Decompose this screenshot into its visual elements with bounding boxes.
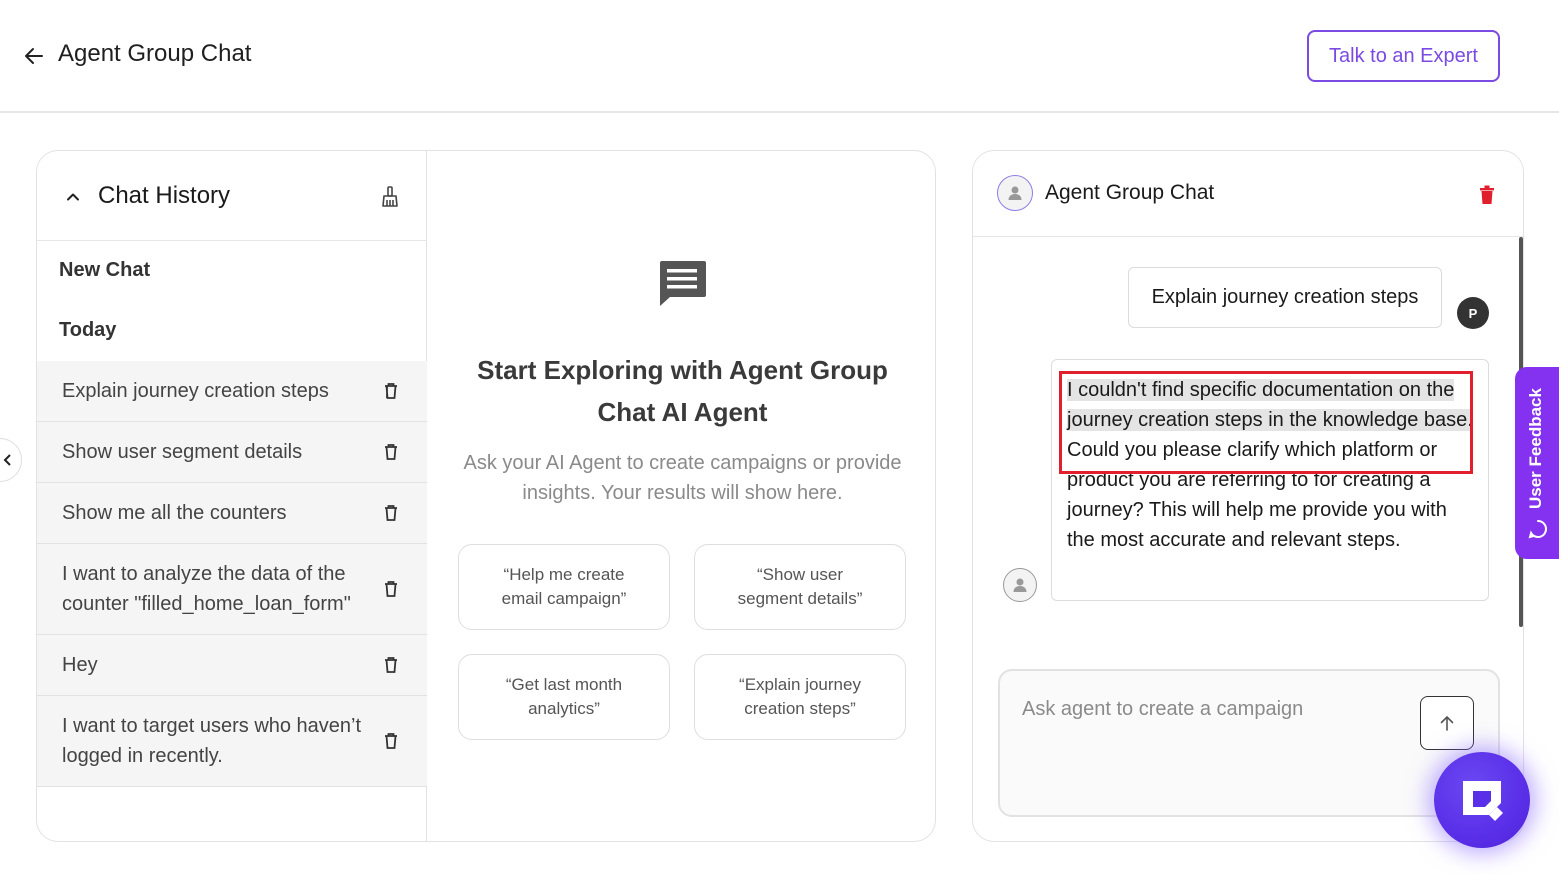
chat-header: Agent Group Chat [973, 151, 1523, 237]
suggestion-chip[interactable]: “Explain journey creation steps” [694, 654, 906, 740]
chat-history-sidebar: Chat History New Chat Today Explain jour… [37, 151, 427, 841]
send-button[interactable] [1420, 696, 1474, 750]
trash-icon[interactable] [383, 656, 399, 674]
explore-empty-state: Start Exploring with Agent Group Chat AI… [428, 151, 935, 841]
trash-icon[interactable] [383, 382, 399, 400]
explore-title: Start Exploring with Agent Group Chat AI… [477, 355, 888, 427]
chat-history-header: Chat History [37, 151, 427, 241]
brand-logo-icon [1463, 781, 1503, 821]
history-item-label: I want to analyze the data of the counte… [62, 563, 351, 615]
user-silhouette-icon [1013, 578, 1027, 592]
history-item[interactable]: I want to analyze the data of the counte… [37, 544, 427, 635]
trash-icon[interactable] [383, 732, 399, 750]
chat-history-title: Chat History [98, 182, 231, 209]
chat-message-icon [660, 261, 706, 306]
user-silhouette-icon [1008, 186, 1022, 200]
talk-to-expert-button[interactable]: Talk to an Expert [1307, 30, 1500, 82]
broom-clear-icon[interactable] [378, 185, 402, 209]
agent-avatar [997, 175, 1033, 211]
trash-icon[interactable] [383, 504, 399, 522]
history-item-label: Show user segment details [62, 441, 303, 463]
history-item[interactable]: Show me all the counters [37, 483, 427, 544]
agent-message-bubble: I couldn't find specific documentation o… [1051, 359, 1489, 601]
feedback-bubble-icon [1528, 519, 1547, 539]
user-avatar: P [1457, 297, 1489, 329]
history-item[interactable]: Explain journey creation steps [37, 361, 427, 422]
explore-subtitle: Ask your AI Agent to create campaigns or… [463, 452, 902, 504]
highlighted-text: I couldn't find specific documentation o… [1067, 379, 1473, 431]
trash-icon[interactable] [383, 580, 399, 598]
history-item-label: Explain journey creation steps [62, 380, 329, 402]
explore-panel: Chat History New Chat Today Explain jour… [36, 150, 936, 842]
trash-icon[interactable] [383, 443, 399, 461]
history-item[interactable]: I want to target users who haven’t logge… [37, 696, 427, 787]
arrow-up-icon [1440, 716, 1454, 731]
agent-message-continuation: Could you please clarify which platform … [1067, 439, 1447, 551]
page-title: Agent Group Chat [58, 40, 252, 67]
chevron-up-icon[interactable] [65, 189, 81, 205]
suggestion-chip[interactable]: “Show user segment details” [694, 544, 906, 630]
section-label-today: Today [59, 319, 117, 341]
chevron-left-icon [3, 454, 11, 466]
history-item-label: I want to target users who haven’t logge… [62, 715, 362, 767]
chat-input-area [998, 669, 1500, 817]
suggestion-chip[interactable]: “Get last month analytics” [458, 654, 670, 740]
back-arrow-icon[interactable] [22, 44, 46, 68]
user-message-bubble: Explain journey creation steps [1128, 267, 1442, 328]
chat-panel: Agent Group Chat Explain journey creatio… [972, 150, 1524, 842]
agent-message-text: I couldn't find specific documentation o… [1067, 375, 1477, 555]
new-chat-button[interactable]: New Chat [59, 259, 150, 282]
history-item-label: Show me all the counters [62, 502, 287, 524]
chat-input[interactable] [1022, 691, 1402, 727]
user-feedback-tab[interactable]: User Feedback [1515, 367, 1559, 559]
history-item-label: Hey [62, 654, 98, 676]
top-header: Agent Group Chat Talk to an Expert [0, 0, 1559, 113]
history-item[interactable]: Hey [37, 635, 427, 696]
agent-avatar [1003, 568, 1037, 602]
history-item[interactable]: Show user segment details [37, 422, 427, 483]
collapse-sidebar-handle[interactable] [0, 438, 22, 482]
chat-history-list: Explain journey creation steps Show user… [37, 361, 427, 787]
chat-title: Agent Group Chat [1045, 181, 1215, 204]
suggestion-chip[interactable]: “Help me create email campaign” [458, 544, 670, 630]
assistant-launcher-button[interactable] [1434, 752, 1530, 848]
user-feedback-label: User Feedback [1526, 388, 1545, 509]
delete-chat-icon[interactable] [1479, 185, 1495, 205]
